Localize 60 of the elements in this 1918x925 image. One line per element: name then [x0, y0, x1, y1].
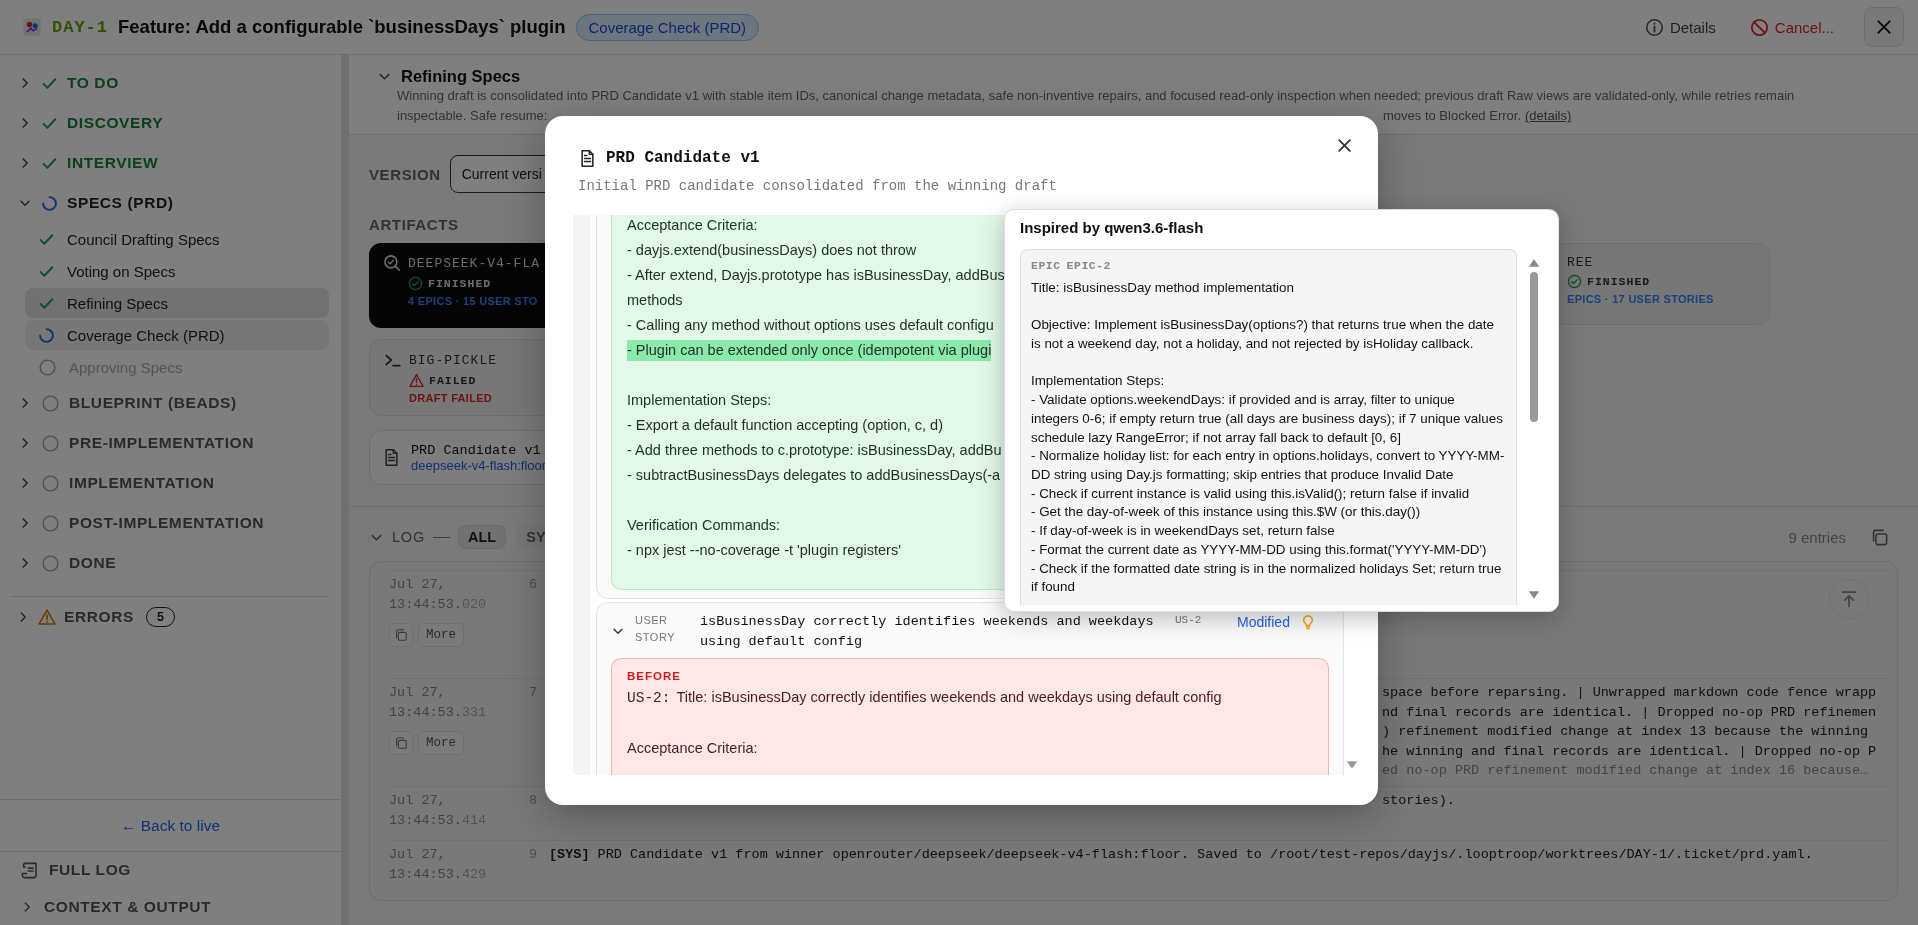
content-line: - Validate options.weekendDays: if provided and is array, filter to unique integers 0-6; if empty return true (all days are business days); if 7 unique values schedule lazy RangeError; if not array fall back to default [0, 6] [1031, 391, 1504, 447]
log-message: nd final records are identical. | Dropped no-op PRD refinemen [1382, 703, 1878, 722]
errors-label: ERRORS [64, 608, 134, 626]
content-line: - After extend, Dayjs.prototype has isBusinessDay, addBus [627, 267, 1005, 283]
artifact-status: FINISHED [1587, 275, 1651, 288]
log-message: stories). [1382, 792, 1456, 810]
stage-description: Winning draft is consolidated into PRD Candidate v1 with stable item IDs, canonical change metadata, safe non-inventive repairs, and focused read-only inspection when needed; previous draft Raw views are validated-only, while retries remain [397, 87, 1796, 105]
content-line: - If day-of-week is in weekendDays set, return false [1031, 522, 1336, 541]
content-line: Objective: Implement isBusinessDay(options?) that returns true when the date is not a weekend day, not a holiday, and not rejected by isHoliday callback. [1031, 316, 1495, 354]
stage-description: moves to Blocked Error. [1383, 107, 1521, 125]
content-line: - dayjs.extend(businessDays) does not throw [627, 242, 917, 258]
document-title: PRD Candidate v1 [411, 442, 542, 458]
item-type-label: USER STORY [635, 613, 676, 645]
story-id: US-2: [627, 690, 671, 706]
artifact-summary: 4 EPICS · 15 USER STO [407, 295, 538, 307]
artifact-status: FINISHED [428, 277, 492, 290]
user-story-id: US-2 [1175, 613, 1203, 628]
content-line: - Normalize holiday list: for each entry in options.holidays, convert to YYYY-MM-DD string using Day.js formatting; skip entries that produce Invalid Date [1031, 447, 1506, 484]
content-line: - Calling any method without options uses default configu [627, 317, 994, 333]
item-id: EPIC-2 [1066, 258, 1112, 274]
version-label: VERSION [369, 165, 441, 183]
popover-title: Inspired by qwen3.6-flash [1020, 218, 1205, 238]
content-line: - Format the current date as YYYY-MM-DD using this.format('YYYY-MM-DD') [1031, 540, 1488, 559]
content-line: - Export a default function accepting (option, c, d) [627, 417, 943, 433]
log-message: [SYS] PRD Candidate v1 from winner openrouter/deepseek/deepseek-v4-flash:floor. Saved to /root/test-repos/dayjs/.looptroop/worktrees/DAY-1/.ticket/prd.yaml. [549, 846, 1814, 864]
document-source: deepseek-v4-flash:floor [411, 457, 547, 473]
artifact-name: BIG-PICKLE [409, 352, 497, 368]
artifacts-label: ARTIFACTS [369, 215, 459, 235]
artifact-name: DEEPSEEK-V4-FLA [408, 255, 541, 271]
content-line: - Check if the formatted date string is in the normalized holidays Set; return true if found [1031, 559, 1503, 597]
content-line: Verification Commands: [627, 517, 781, 533]
content-line: - Get the day-of-week of this instance using this.$W (or this.day()) [1031, 503, 1422, 522]
before-label: BEFORE [627, 669, 682, 684]
content-line: Title: isBusinessDay method implementation [1031, 279, 1295, 297]
content-line: Title: isBusinessDay correctly identifies weekends and weekdays using default config [676, 689, 1222, 705]
item-type-label: EPIC [1031, 258, 1061, 274]
status-badge: Coverage Check (PRD) [575, 13, 760, 41]
content-line: Implementation Steps: [1031, 372, 1166, 391]
artifact-name: REE [1567, 255, 1594, 270]
content-line: - Check if current instance is valid using this.isValid(); return false if invalid [1031, 484, 1471, 503]
modal-subtitle: Initial PRD candidate consolidated from the winning draft [578, 177, 1058, 196]
log-message: space before reparsing. | Unwrapped markdown code fence wrapp [1382, 684, 1878, 702]
log-message: he winning and final records are identical. | Dropped no-op P [1382, 742, 1878, 761]
artifact-status: FAILED [429, 374, 477, 387]
content-line: - npx jest --no-coverage -t 'plugin registers' [627, 542, 901, 558]
artifact-summary: DRAFT FAILED [408, 392, 493, 404]
stage-description: inspectable. Safe resume: [397, 107, 549, 125]
content-line: Acceptance Criteria: [627, 217, 758, 233]
change-status: Modified [1237, 613, 1290, 632]
modal-title: PRD Candidate v1 [606, 149, 760, 167]
content-line: methods [627, 292, 683, 308]
stage-title: Refining Specs [401, 66, 521, 86]
artifact-summary: EPICS · 17 USER STORIES [1567, 293, 1714, 305]
ticket-title: Feature: Add a configurable `businessDays` plugin [118, 16, 566, 38]
content-line: Acceptance Criteria: [627, 739, 759, 758]
content-line: Implementation Steps: [627, 392, 772, 408]
user-story-title: isBusinessDay correctly identifies weekends and weekdays using default config [700, 613, 1155, 651]
log-label: LOG [392, 529, 426, 545]
log-message: ) refinement modified change at index 13 because the winning [1382, 723, 1870, 741]
ticket-id: DAY-1 [52, 17, 108, 37]
